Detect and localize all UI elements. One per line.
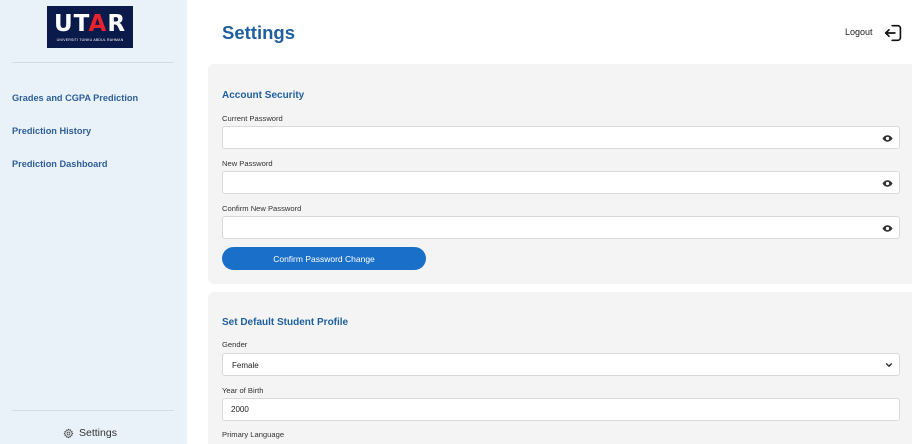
sidebar-item-grades-prediction[interactable]: Grades and CGPA Prediction (12, 93, 138, 103)
student-profile-title: Set Default Student Profile (222, 317, 349, 328)
logo-subtitle: UNIVERSITI TUNKU ABDUL RAHMAN (56, 38, 124, 42)
sidebar-settings-link[interactable]: Settings (63, 427, 117, 439)
logo-wordmark: UTAR (53, 11, 127, 37)
primary-language-label: Primary Language (222, 430, 285, 439)
gender-label: Gender (222, 340, 248, 349)
sidebar-divider-bottom (12, 410, 174, 411)
new-password-input[interactable] (223, 172, 899, 193)
logout-icon[interactable] (883, 22, 905, 44)
logout-button[interactable]: Logout (845, 27, 873, 37)
eye-icon[interactable] (882, 178, 893, 189)
gender-select[interactable]: Female (222, 353, 900, 376)
new-password-label: New Password (222, 159, 273, 168)
sidebar-item-prediction-history[interactable]: Prediction History (12, 126, 91, 136)
account-security-card: Account Security Current Password New Pa… (208, 64, 912, 284)
confirm-password-label: Confirm New Password (222, 204, 302, 213)
current-password-input[interactable] (223, 127, 899, 148)
year-of-birth-label: Year of Birth (222, 386, 264, 395)
gender-selected-value: Female (232, 361, 259, 370)
current-password-field (222, 126, 900, 149)
confirm-password-field (222, 216, 900, 239)
sidebar-settings-label: Settings (79, 427, 117, 439)
chevron-down-icon (885, 362, 893, 368)
page-title: Settings (222, 22, 295, 43)
eye-icon[interactable] (882, 133, 893, 144)
sidebar-item-prediction-dashboard[interactable]: Prediction Dashboard (12, 159, 107, 169)
student-profile-card: Set Default Student Profile Gender Femal… (208, 292, 912, 444)
new-password-field (222, 171, 900, 194)
confirm-password-input[interactable] (223, 217, 899, 238)
account-security-title: Account Security (222, 90, 305, 101)
sidebar-divider-top (12, 62, 174, 63)
year-of-birth-field (222, 398, 900, 421)
utar-logo[interactable]: UTAR UNIVERSITI TUNKU ABDUL RAHMAN (47, 6, 133, 48)
gear-icon (63, 427, 74, 439)
confirm-password-change-button[interactable]: Confirm Password Change (222, 247, 426, 270)
eye-icon[interactable] (882, 223, 893, 234)
year-of-birth-input[interactable] (223, 399, 899, 420)
sidebar: UTAR UNIVERSITI TUNKU ABDUL RAHMAN Grade… (0, 0, 187, 444)
current-password-label: Current Password (222, 114, 283, 123)
